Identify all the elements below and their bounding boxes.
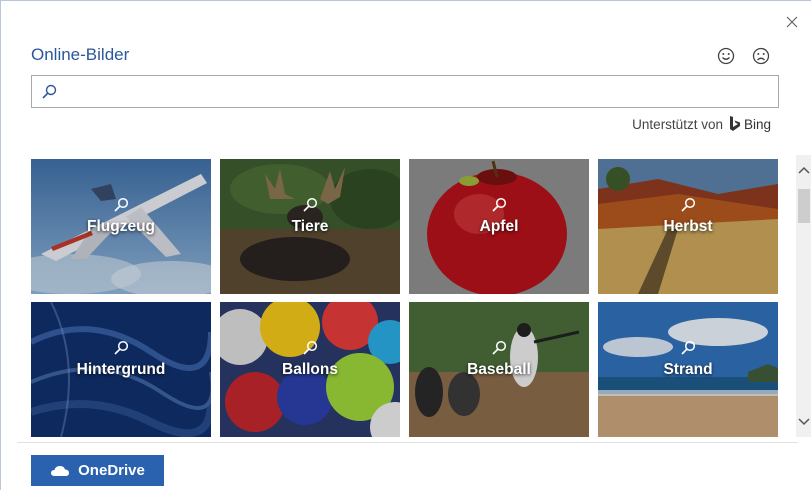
- online-pictures-dialog: Online-Bilder Unterstützt von Bing Flugz…: [0, 0, 811, 490]
- tile-label: Flugzeug: [86, 218, 156, 235]
- tile-apfel[interactable]: Apfel: [409, 159, 589, 294]
- smiley-face-icon: [717, 47, 735, 65]
- smile-feedback-button[interactable]: [715, 45, 737, 67]
- onedrive-label: OneDrive: [78, 462, 145, 479]
- scroll-up-button[interactable]: [796, 161, 811, 179]
- category-grid: Flugzeug Tiere Apfel Herbst Hintergrund …: [31, 159, 778, 437]
- chevron-down-icon: [798, 418, 810, 426]
- cloud-icon: [51, 465, 70, 476]
- tile-label: Hintergrund: [76, 361, 166, 378]
- onedrive-button[interactable]: OneDrive: [31, 455, 164, 486]
- tile-ballons[interactable]: Ballons: [220, 302, 400, 437]
- tile-tiere[interactable]: Tiere: [220, 159, 400, 294]
- footer-divider: [17, 442, 798, 443]
- tile-flugzeug[interactable]: Flugzeug: [31, 159, 211, 294]
- tile-baseball[interactable]: Baseball: [409, 302, 589, 437]
- search-icon: [114, 340, 129, 355]
- vertical-scrollbar[interactable]: [796, 155, 811, 437]
- search-icon: [681, 340, 696, 355]
- tile-label: Baseball: [467, 361, 531, 378]
- search-icon: [492, 197, 507, 212]
- tile-label: Strand: [663, 361, 713, 378]
- search-icon: [681, 197, 696, 212]
- dialog-title: Online-Bilder: [31, 45, 130, 64]
- search-icon: [303, 340, 318, 355]
- tile-herbst[interactable]: Herbst: [598, 159, 778, 294]
- bing-logo: Bing: [729, 116, 771, 132]
- frown-face-icon: [752, 47, 770, 65]
- chevron-up-icon: [798, 166, 810, 174]
- tile-hintergrund[interactable]: Hintergrund: [31, 302, 211, 437]
- tile-label: Herbst: [663, 218, 713, 235]
- close-icon: [786, 16, 798, 28]
- search-icon: [114, 197, 129, 212]
- tile-strand[interactable]: Strand: [598, 302, 778, 437]
- tile-label: Tiere: [291, 218, 329, 235]
- powered-by-text: Unterstützt von: [632, 116, 723, 132]
- tile-label: Apfel: [479, 218, 519, 235]
- tile-label: Ballons: [282, 361, 338, 378]
- search-input[interactable]: [66, 76, 778, 107]
- search-icon: [492, 340, 507, 355]
- frown-feedback-button[interactable]: [750, 45, 772, 67]
- bing-icon: [729, 116, 740, 131]
- scroll-down-button[interactable]: [796, 413, 811, 431]
- bing-label: Bing: [743, 116, 771, 132]
- close-button[interactable]: [781, 11, 803, 33]
- search-box[interactable]: [31, 75, 779, 108]
- search-icon: [32, 76, 66, 107]
- search-icon: [303, 197, 318, 212]
- scroll-thumb[interactable]: [798, 189, 810, 223]
- powered-by-bing: Unterstützt von Bing: [632, 116, 771, 132]
